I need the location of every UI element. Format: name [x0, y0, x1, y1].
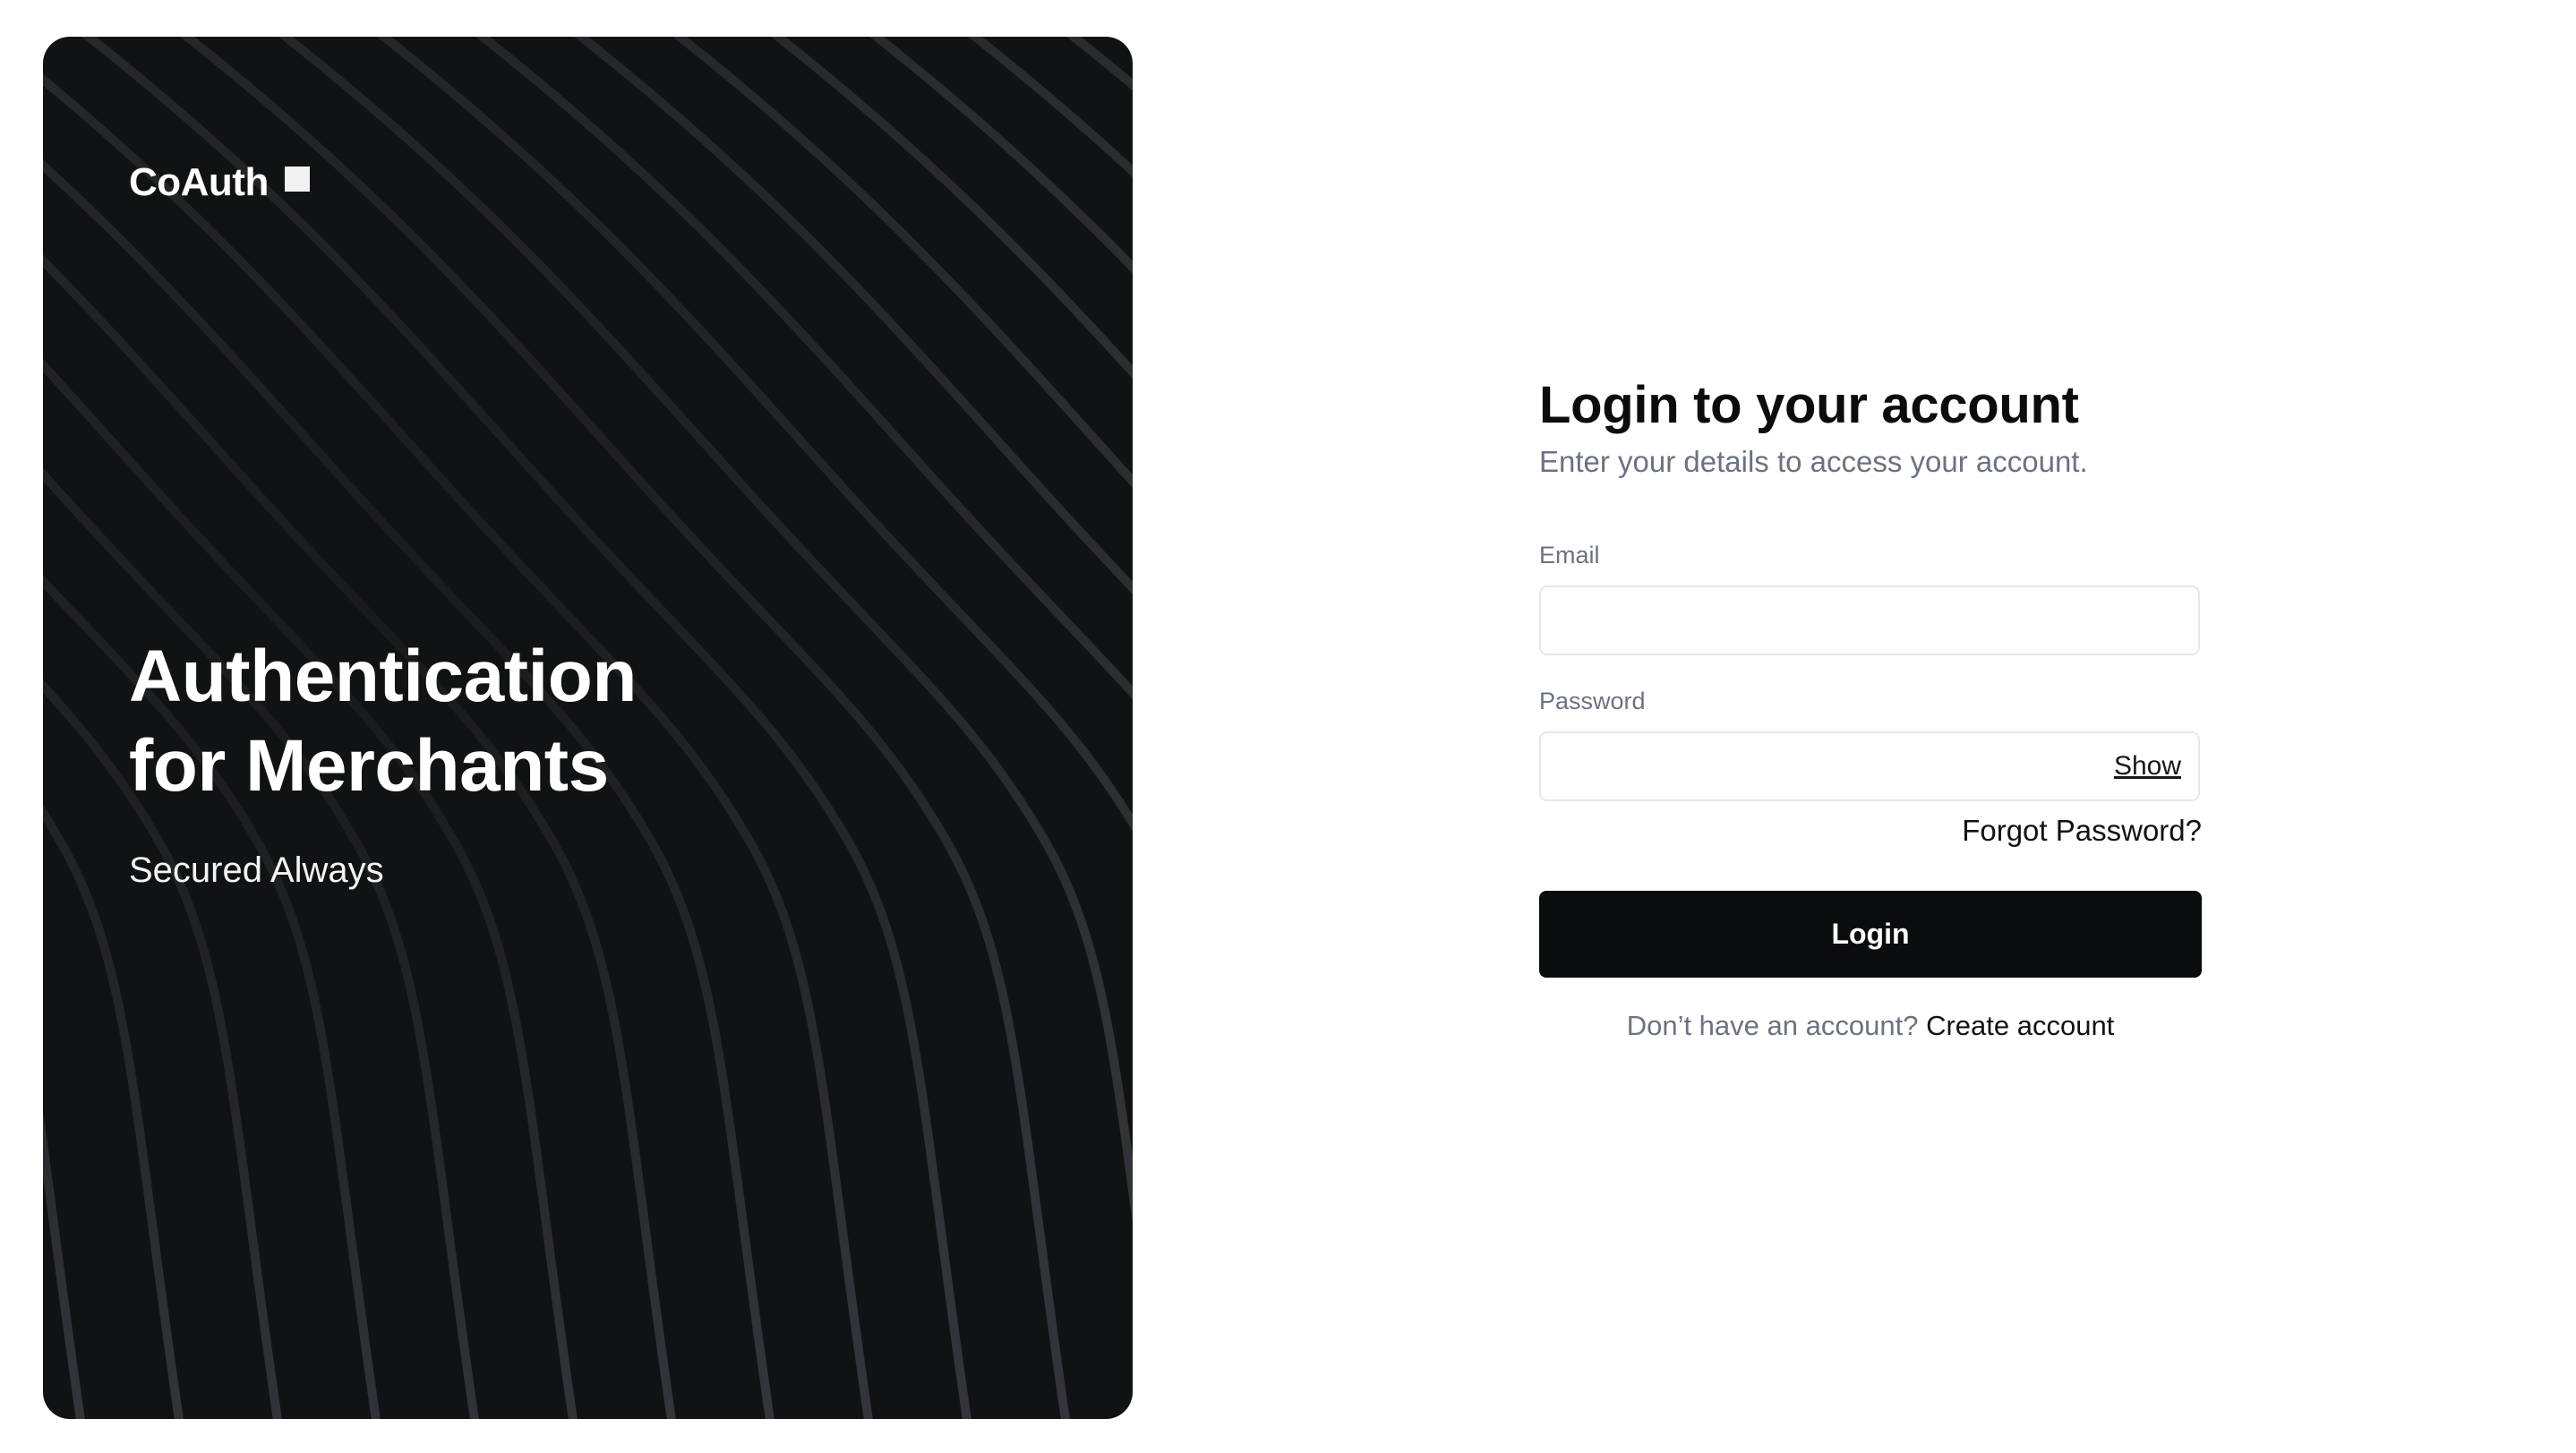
password-field[interactable] — [1541, 733, 2198, 799]
email-field[interactable] — [1541, 587, 2198, 654]
signup-prompt: Don’t have an account? Create account — [1539, 1010, 2202, 1042]
hero: Authentication for Merchants Secured Alw… — [129, 632, 637, 891]
hero-headline: Authentication for Merchants — [129, 632, 637, 811]
login-subtitle: Enter your details to access your accoun… — [1539, 445, 2088, 478]
password-label: Password — [1539, 688, 1646, 714]
forgot-password-link[interactable]: Forgot Password? — [1539, 814, 2202, 848]
hero-headline-line1: Authentication — [129, 636, 637, 717]
square-icon — [284, 167, 310, 192]
no-account-text: Don’t have an account? — [1626, 1010, 1919, 1041]
login-title: Login to your account — [1539, 376, 2079, 434]
logo: CoAuth — [129, 160, 310, 205]
show-password-toggle[interactable]: Show — [2114, 751, 2181, 782]
email-label: Email — [1539, 542, 1600, 568]
login-form: Login to your account Enter your details… — [1539, 372, 2202, 1042]
hero-headline-line2: for Merchants — [129, 725, 609, 807]
brand-panel: CoAuth Authentication for Merchants Secu… — [43, 37, 1133, 1419]
password-field-box: Show — [1539, 731, 2200, 801]
login-page: CoAuth Authentication for Merchants Secu… — [0, 0, 2576, 1453]
hero-tagline: Secured Always — [129, 850, 384, 890]
logo-text: CoAuth — [129, 160, 269, 204]
email-field-box — [1539, 585, 2200, 655]
create-account-link[interactable]: Create account — [1926, 1010, 2114, 1041]
login-button[interactable]: Login — [1539, 891, 2202, 978]
